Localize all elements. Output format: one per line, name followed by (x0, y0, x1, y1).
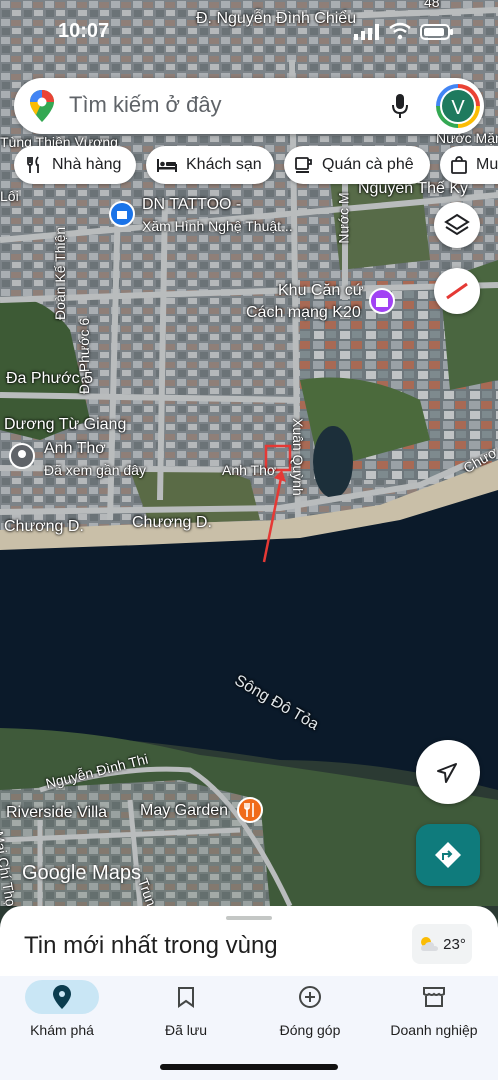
museum-pin-icon[interactable] (368, 287, 396, 315)
map-label-street: Nước M (335, 192, 352, 244)
navigation-arrow-icon (437, 763, 457, 783)
status-time: 10:07 (58, 20, 110, 42)
directions-button[interactable] (416, 824, 480, 886)
nav-label: Doanh nghiệp (390, 1022, 478, 1038)
map-label-street: Dương Từ Giang (4, 416, 127, 433)
coffee-icon (295, 157, 312, 173)
storefront-icon (423, 987, 445, 1007)
shopping-bag-icon (451, 156, 467, 174)
plus-circle-icon (299, 986, 321, 1008)
poi-may-garden[interactable]: May Garden (140, 802, 228, 820)
map-label-street: Đa Phước 5 (6, 370, 94, 387)
layers-icon (444, 213, 470, 236)
poi-dn-tattoo-title[interactable]: DN TATTOO - (142, 196, 241, 214)
chip-restaurants[interactable]: Nhà hàng (14, 146, 136, 184)
poi-anh-tho-subtitle[interactable]: Đã xem gần đây (44, 462, 146, 478)
map-label-street: Lôi (0, 188, 19, 204)
map-label-street: Anh Thơ (222, 462, 277, 478)
nav-contribute[interactable]: Đóng góp (248, 980, 372, 1038)
map-label-street: Chương D. (132, 514, 212, 531)
wifi-icon (389, 22, 411, 40)
map-label-street: Đ. Nguyễn Đình Chiểu (196, 10, 357, 27)
shop-pin-icon[interactable] (108, 200, 136, 228)
chip-cafes[interactable]: Quán cà phê (284, 146, 430, 184)
weather-badge[interactable]: 23° (412, 924, 472, 964)
compass-icon (446, 282, 468, 300)
map-label-street: Chương D. (4, 518, 84, 535)
chip-hotels[interactable]: Khách sạn (146, 146, 274, 184)
poi-k20-subtitle[interactable]: Cách mạng K20 (246, 304, 361, 322)
fork-knife-icon (27, 156, 39, 173)
map-label-number: 48 (424, 0, 440, 10)
account-avatar[interactable]: V (436, 84, 480, 128)
nav-business[interactable]: Doanh nghiệp (372, 980, 496, 1038)
chip-label: Khách sạn (186, 156, 262, 173)
partly-cloudy-icon (421, 937, 439, 951)
chip-shopping[interactable]: Mu (440, 146, 498, 184)
directions-icon (435, 842, 461, 868)
nav-label: Đóng góp (279, 1022, 341, 1038)
search-input[interactable]: Tìm kiếm ở đây (69, 92, 222, 118)
poi-riverside-villa[interactable]: Riverside Villa (6, 804, 107, 822)
nav-explore[interactable]: Khám phá (0, 980, 124, 1038)
map-label-street: Xuân Quỳnh (290, 418, 306, 496)
recent-location-pin-icon[interactable] (8, 442, 36, 470)
search-bar[interactable]: Tìm kiếm ở đây V (14, 78, 484, 134)
chip-label: Nhà hàng (52, 156, 122, 173)
microphone-icon[interactable] (390, 92, 410, 120)
cellular-signal-icon (354, 24, 379, 40)
my-location-button[interactable] (416, 740, 480, 804)
location-pin-icon (53, 985, 71, 1009)
layers-button[interactable] (434, 202, 480, 248)
restaurant-pin-icon[interactable] (236, 796, 264, 824)
bed-icon (157, 159, 177, 172)
home-indicator[interactable] (160, 1064, 338, 1070)
google-maps-pin-icon (30, 90, 54, 122)
poi-dn-tattoo-subtitle[interactable]: Xăm Hình Nghệ Thuật... (142, 218, 293, 234)
chip-label: Mu (476, 156, 498, 173)
nav-saved[interactable]: Đã lưu (124, 980, 248, 1038)
compass-button[interactable] (434, 268, 480, 314)
poi-anh-tho-title[interactable]: Anh Thơ (44, 440, 106, 458)
google-maps-logo: Google Maps (22, 862, 141, 884)
chip-label: Quán cà phê (322, 156, 414, 173)
drag-handle[interactable] (226, 916, 272, 920)
temperature: 23° (443, 935, 466, 953)
battery-icon (420, 24, 453, 40)
map-label-street: Đoàn Kế Thiện (52, 226, 68, 320)
bookmark-icon (178, 987, 194, 1008)
sheet-title: Tin mới nhất trong vùng (24, 932, 278, 959)
nav-label: Đã lưu (164, 1022, 208, 1038)
poi-k20-title[interactable]: Khu Căn cứ (278, 282, 363, 300)
nav-label: Khám phá (30, 1022, 94, 1038)
